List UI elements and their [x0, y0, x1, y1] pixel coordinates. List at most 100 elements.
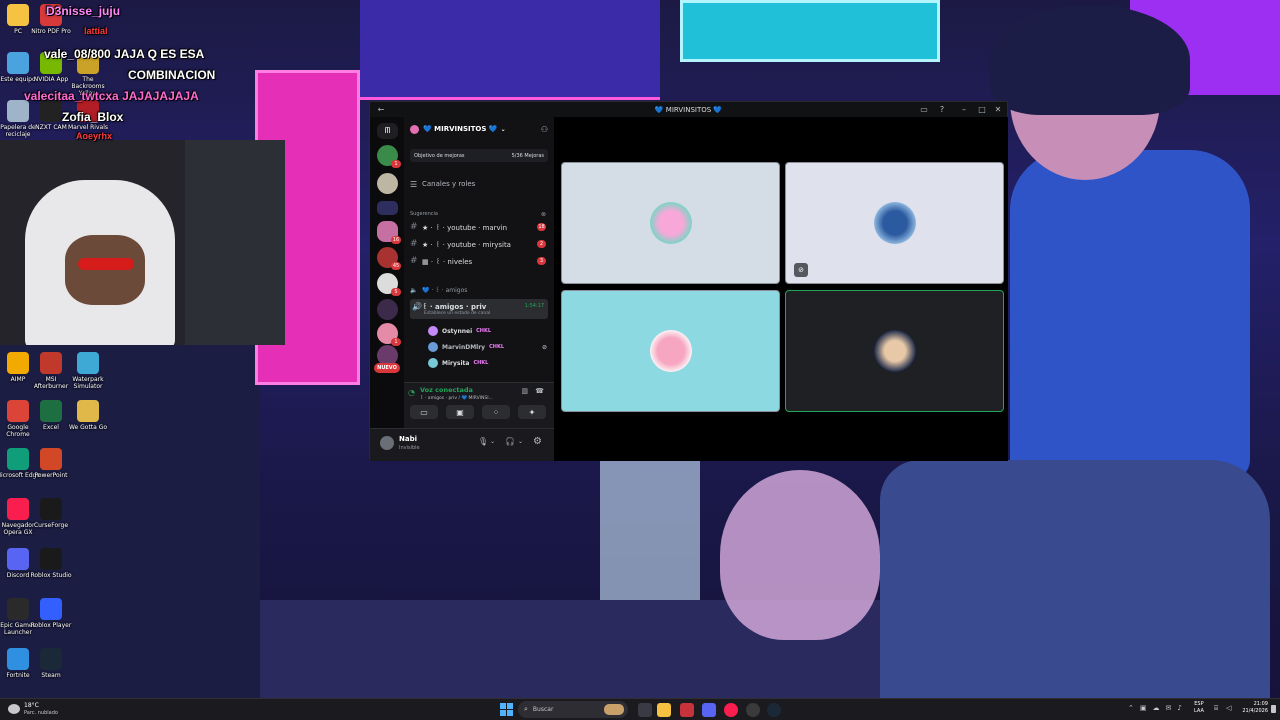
minimize-button[interactable]: – [959, 104, 969, 114]
avatar [428, 342, 438, 352]
channel-item[interactable]: # ★ · ꒰ · youtube · mirysita 2 [410, 237, 548, 251]
voice-channel-status[interactable]: Establece un estado de canal [410, 311, 548, 316]
taskbar-search[interactable]: ⌕ Buscar [518, 701, 628, 718]
start-button[interactable] [500, 703, 513, 716]
server-folder-icon[interactable] [377, 201, 398, 215]
volume-icon[interactable]: ◁ [1226, 704, 1231, 712]
voice-channel-item[interactable]: 🔊 ꒰ · amigos · priv 1:54:17 Establece un… [410, 299, 548, 319]
server-icon[interactable] [377, 299, 398, 320]
wallpaper-character-pants [880, 460, 1270, 698]
roblox-studio-icon [40, 548, 62, 570]
task-view-icon[interactable] [638, 703, 652, 717]
channel-name: ▦ · ꒰ · niveles [422, 258, 473, 266]
tray-icons[interactable]: ⌃▣☁✉♪ [1128, 704, 1188, 712]
gear-icon[interactable]: ⚙ [533, 436, 542, 447]
desktop-icon-label: CurseForge [33, 522, 69, 529]
wallpaper-neon-sign-ramen [680, 0, 940, 62]
server-icon[interactable] [377, 173, 398, 194]
desktop-icon-label: Waterpark Simulator [72, 376, 104, 390]
camera-off-button[interactable]: ▭ [410, 405, 438, 419]
server-badge: 1 [391, 338, 401, 346]
signal-icon: ◔ [408, 388, 415, 397]
participant-tile-speaking[interactable] [785, 290, 1004, 412]
desktop-icon[interactable]: Roblox Studio [28, 548, 74, 579]
curseforge-icon [40, 498, 62, 520]
edge-icon [7, 448, 29, 470]
chevron-down-icon[interactable]: ⌄ [490, 438, 495, 445]
maximize-button[interactable]: □ [977, 104, 987, 114]
notification-icon[interactable] [1271, 705, 1276, 713]
voice-user[interactable]: Ostynnei CHKL [428, 325, 491, 337]
desktop-icon-label: Nitro PDF Pro [31, 28, 71, 35]
microphone-icon[interactable]: 🎙 [478, 437, 488, 446]
close-button[interactable]: ✕ [993, 104, 1003, 114]
voice-connected-title[interactable]: Voz conectada [420, 386, 473, 394]
desktop-icon[interactable]: Roblox Player [28, 598, 74, 629]
file-explorer-icon[interactable] [657, 703, 671, 717]
help-icon[interactable]: ? [937, 104, 947, 114]
opera-gx-icon[interactable] [724, 703, 738, 717]
disconnect-icon[interactable]: ☎ [535, 387, 544, 395]
desktop-icon[interactable]: PowerPoint [28, 448, 74, 479]
user-name[interactable]: Nabi [399, 435, 417, 443]
participant-tile[interactable] [561, 290, 780, 412]
wallpaper-desk [185, 140, 285, 345]
chat-line: COMBINACION [128, 68, 216, 82]
dismiss-icon[interactable]: ⊗ [541, 211, 546, 218]
desktop-icon[interactable]: Waterpark Simulator [65, 352, 111, 390]
weather-widget[interactable]: 18°C Parc. nublado [8, 702, 78, 718]
language-indicator[interactable]: ESP LAA [1194, 701, 1204, 715]
window-titlebar[interactable]: ← 💙 MIRVINSITOS 💙 ▭ ? – □ ✕ [370, 102, 1007, 117]
suggestion-label: Sugerencia [410, 211, 438, 217]
channel-category[interactable]: 🔈 💙 · ꒰ · amigos [410, 283, 548, 297]
excel-icon [40, 400, 62, 422]
participant-tile[interactable] [561, 162, 780, 284]
channel-badge: 3 [537, 257, 546, 265]
recycle-bin-icon [7, 100, 29, 122]
calendar-app-icon[interactable] [680, 703, 694, 717]
screen-share-button[interactable]: ▣ [446, 405, 474, 419]
voice-user[interactable]: Mirysita CHKL [428, 357, 488, 369]
server-icon[interactable]: 16 [377, 221, 401, 244]
server-icon[interactable]: 1 [377, 145, 401, 168]
desktop-icon[interactable]: Steam [28, 648, 74, 679]
inbox-icon[interactable]: ▭ [919, 104, 929, 114]
wallpaper-neon-arrows [360, 0, 660, 100]
channels-and-roles[interactable]: ☰ Canales y roles [410, 177, 548, 191]
server-rail: ᗰ 1 16 45 5 1 NUEVO [370, 117, 404, 461]
participant-tile[interactable]: ⊘ [785, 162, 1004, 284]
server-icon[interactable]: 5 [377, 273, 401, 296]
channel-item[interactable]: # ▦ · ꒰ · niveles 3 [410, 254, 548, 268]
desktop-icon[interactable]: CurseForge [28, 498, 74, 529]
obs-icon[interactable] [746, 703, 760, 717]
roblox-icon [40, 598, 62, 620]
voice-user[interactable]: MarvinDMlry CHKL ⊘ [428, 341, 547, 353]
network-icon[interactable]: ⌸ [1214, 704, 1218, 713]
headphones-icon[interactable]: 🎧 [505, 437, 515, 446]
back-arrow-icon[interactable]: ← [376, 104, 386, 114]
server-icon[interactable]: 1 [377, 323, 401, 346]
app-icon[interactable] [702, 703, 716, 717]
avatar[interactable] [380, 436, 394, 450]
server-badge: 45 [391, 262, 401, 270]
avatar [428, 326, 438, 336]
server-header[interactable]: 💙 MIRVINSITOS 💙 ⌄ ⚇ [410, 123, 548, 135]
activities-button[interactable]: ⁘ [482, 405, 510, 419]
channel-item[interactable]: # ★ · ꒰ · youtube · marvin 18 [410, 220, 548, 234]
chevron-down-icon[interactable]: ⌄ [518, 438, 523, 445]
steam-icon[interactable] [767, 703, 781, 717]
server-icon[interactable]: ᗰ [377, 123, 398, 139]
server-name: 💙 MIRVINSITOS 💙 [423, 125, 498, 133]
discord-window[interactable]: ← 💙 MIRVINSITOS 💙 ▭ ? – □ ✕ ᗰ 1 16 45 5 … [369, 101, 1008, 461]
voice-channel-name: ꒰ · amigos · priv [422, 303, 487, 311]
webcam-overlay [0, 140, 185, 345]
clock[interactable]: 21:09 21/4/2026 [1240, 701, 1268, 715]
invite-user-icon[interactable]: ⚇ [541, 125, 548, 134]
server-icon[interactable]: 45 [377, 247, 401, 270]
opera-gx-icon [7, 498, 29, 520]
soundboard-button[interactable]: ✦ [518, 405, 546, 419]
voice-connected-subtitle[interactable]: ꒰ · amigos · priv / 💙 MIRVINSI... [420, 395, 493, 401]
desktop-icon[interactable]: We Gotta Go [65, 400, 111, 431]
boost-goal-bar[interactable]: Objetivo de mejoras 5/36 Mejoras [410, 149, 548, 162]
noise-icon[interactable]: ▥ [521, 387, 528, 395]
